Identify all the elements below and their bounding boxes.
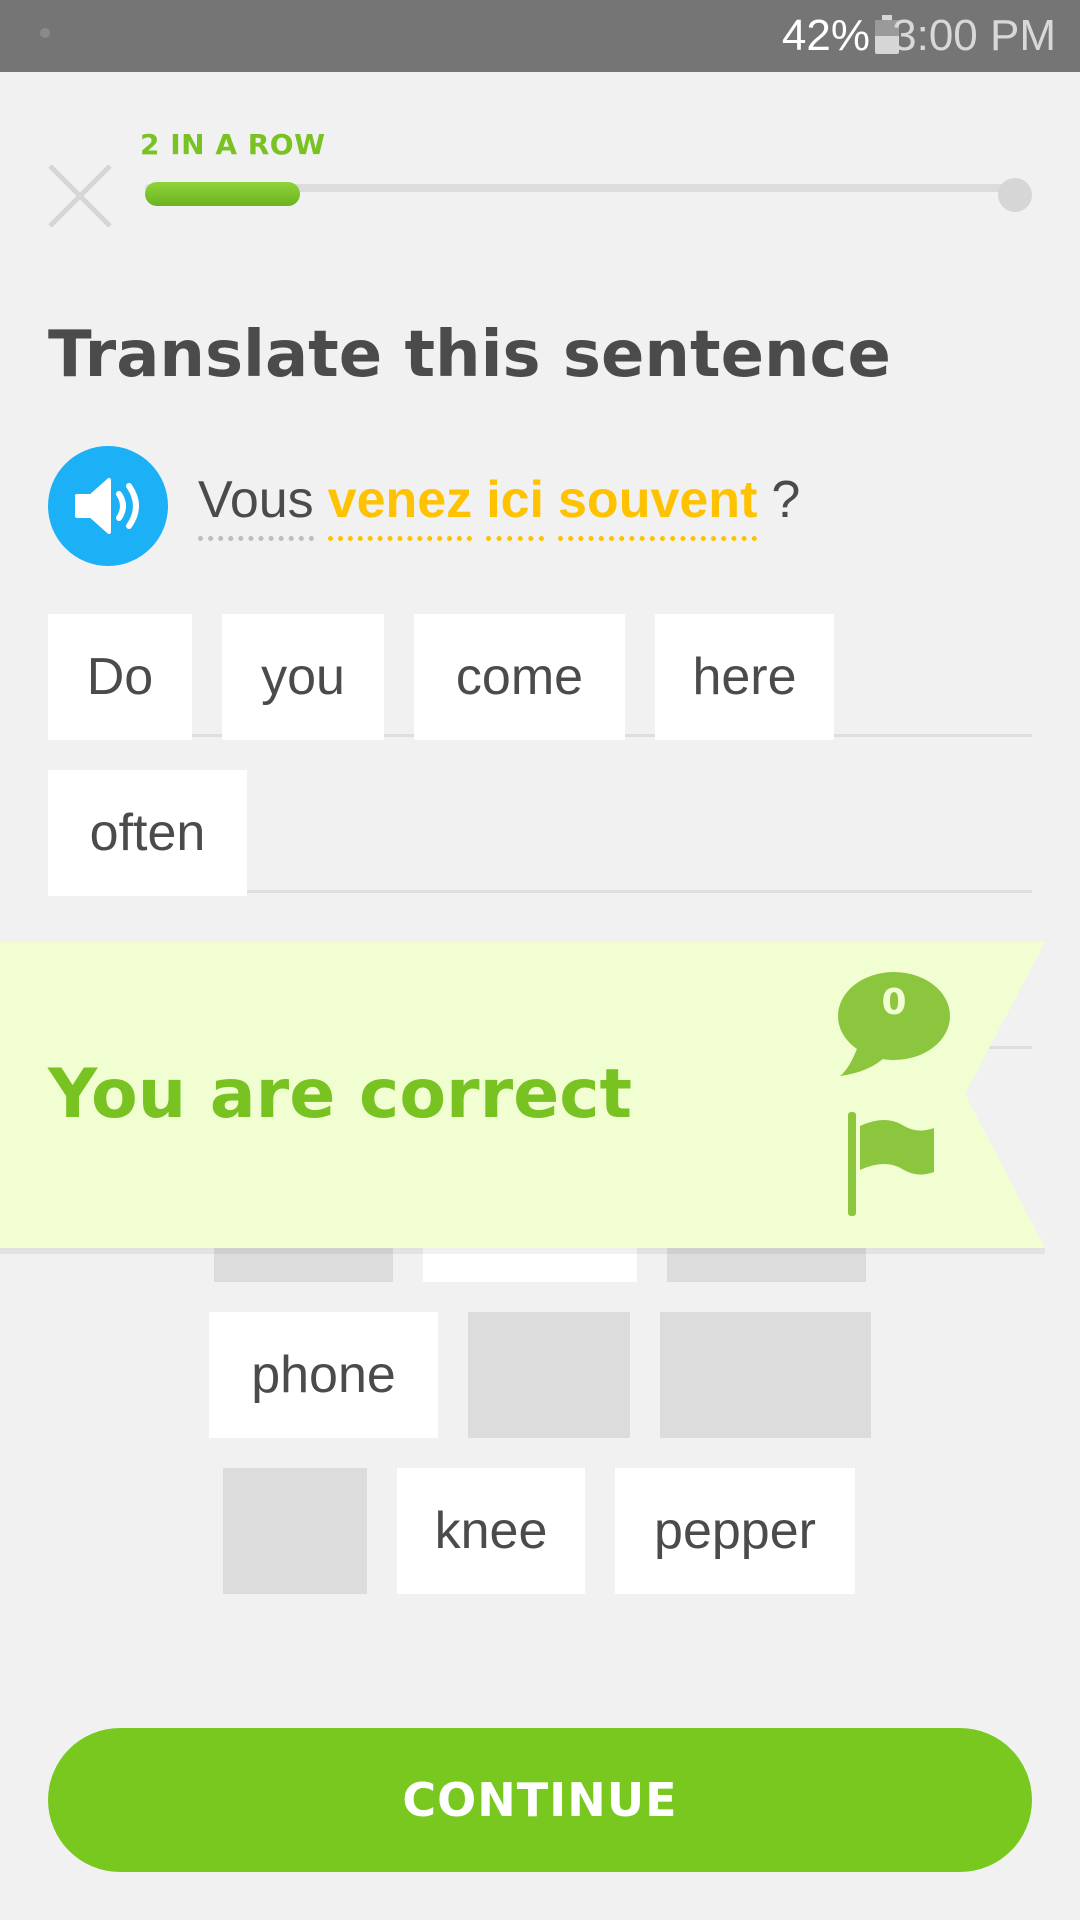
result-message: You are correct — [48, 1055, 633, 1134]
play-audio-button[interactable] — [48, 446, 168, 566]
prompt-word[interactable]: Vous — [198, 470, 314, 541]
comment-count: 0 — [881, 982, 907, 1023]
battery-percentage: 42% — [781, 11, 870, 60]
prompt-word-hint[interactable]: ici — [486, 470, 545, 541]
speaker-icon — [75, 478, 139, 534]
clock: 3:00 PM — [892, 11, 1056, 60]
answer-tile[interactable]: come — [414, 614, 625, 740]
prompt-word-hint[interactable]: venez — [327, 470, 473, 541]
streak-label: 2 IN A ROW — [140, 128, 326, 161]
word-bank-slot-empty — [223, 1468, 367, 1594]
answer-tile[interactable]: here — [655, 614, 834, 740]
word-bank-tile[interactable]: phone — [209, 1312, 438, 1438]
prompt-word-hint[interactable]: souvent — [558, 470, 758, 541]
progress-bar-fill — [145, 182, 300, 206]
word-bank-tile[interactable]: pepper — [615, 1468, 855, 1594]
progress-end-marker — [998, 178, 1032, 212]
prompt-punctuation: ? — [771, 471, 801, 529]
word-bank-tile[interactable]: knee — [397, 1468, 585, 1594]
word-bank-slot-empty — [468, 1312, 630, 1438]
banner-shadow — [0, 1248, 1045, 1254]
prompt-sentence: Vous venez ici souvent? — [198, 470, 800, 541]
word-bank-slot-empty — [660, 1312, 871, 1438]
notification-dot-icon — [40, 28, 50, 38]
report-button[interactable] — [846, 1112, 936, 1216]
discuss-button[interactable]: 0 — [836, 968, 952, 1080]
continue-button[interactable]: CONTINUE — [48, 1728, 1032, 1872]
flag-icon — [848, 1112, 934, 1216]
answer-tile[interactable]: Do — [48, 614, 192, 740]
close-button[interactable] — [44, 160, 116, 232]
close-icon — [48, 164, 112, 228]
answer-tile[interactable]: often — [48, 770, 247, 896]
instruction-title: Translate this sentence — [48, 318, 891, 392]
answer-tile[interactable]: you — [222, 614, 384, 740]
